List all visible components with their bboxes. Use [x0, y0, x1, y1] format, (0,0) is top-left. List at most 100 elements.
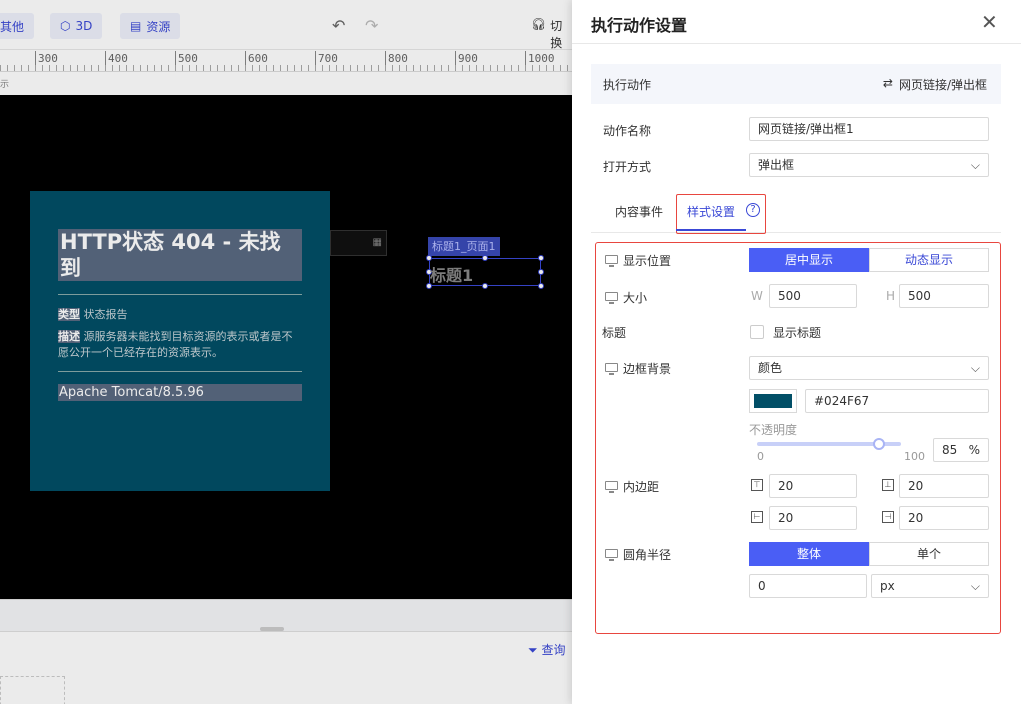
ruler-minor-tick — [490, 65, 491, 71]
resource-button[interactable]: ▤ 资源 — [120, 13, 181, 39]
ruler-minor-tick — [357, 65, 358, 71]
padding-left-input[interactable]: 20 — [769, 506, 857, 530]
ruler-minor-tick — [308, 65, 309, 71]
resize-handle[interactable] — [538, 255, 544, 261]
other-label: 其他 — [0, 19, 25, 34]
tab-content-events[interactable]: 内容事件 — [615, 203, 663, 220]
color-hex-input[interactable]: #024F67 — [805, 389, 989, 413]
opacity-slider-thumb[interactable] — [873, 438, 886, 450]
redo-icon[interactable]: ↷ — [365, 16, 378, 35]
drawer-divider — [572, 43, 1021, 44]
radius-label: 圆角半径 — [623, 548, 672, 562]
tab-active-underline — [676, 229, 746, 231]
position-dynamic-option[interactable]: 动态显示 — [869, 248, 989, 272]
padding-bottom-input[interactable]: 20 — [899, 474, 989, 498]
query-link[interactable]: ⏷ 查询 — [528, 641, 565, 658]
ruler-minor-tick — [217, 65, 218, 71]
ruler-minor-tick — [189, 65, 190, 71]
preview-footer: Apache Tomcat/8.5.96 — [58, 384, 302, 401]
ruler-minor-tick — [21, 65, 22, 71]
padding-label: 内边距 — [623, 480, 660, 494]
other-button[interactable]: 其他 — [0, 13, 35, 39]
resize-handle[interactable] — [426, 255, 432, 261]
ruler-minor-tick — [441, 65, 442, 71]
monitor-icon — [605, 255, 618, 267]
preview-desc-value: 源服务器未能找到目标资源的表示或者是不愿公开一个已经存在的资源表示。 — [58, 330, 293, 359]
ruler-minor-tick — [553, 65, 554, 71]
ruler-minor-tick — [399, 65, 400, 71]
ruler-minor-tick — [119, 65, 120, 71]
undo-icon[interactable]: ↶ — [332, 16, 345, 35]
ruler-minor-tick — [378, 65, 379, 71]
ruler-minor-tick — [147, 65, 148, 71]
ruler-tick-label: 1000 — [528, 52, 555, 65]
editor-area: 其他 ⬡ 3D ▤ 资源 ↶ ↷ 🎧︎ 切换 300 400 500 600 700 80… — [0, 0, 572, 704]
padding-right-input[interactable]: 20 — [899, 506, 989, 530]
opacity-max: 100 — [904, 450, 925, 463]
opacity-label: 不透明度 — [749, 423, 798, 437]
opacity-input[interactable]: 85 % — [933, 438, 989, 462]
radius-input[interactable]: 0 — [749, 574, 867, 598]
ruler-minor-tick — [154, 65, 155, 71]
query-label: 查询 — [541, 643, 566, 657]
switch-label: 切换 — [550, 19, 563, 50]
ruler-minor-tick — [406, 65, 407, 71]
resize-handle[interactable] — [482, 283, 488, 289]
preview-type-line: 类型 状态报告 — [58, 307, 302, 323]
color-swatch[interactable] — [749, 389, 797, 413]
ruler-minor-tick — [413, 65, 414, 71]
ruler-minor-tick — [343, 65, 344, 71]
three-d-button[interactable]: ⬡ 3D — [50, 13, 103, 39]
ruler-minor-tick — [560, 65, 561, 71]
drawer-title: 执行动作设置 — [591, 16, 688, 35]
swap-icon: ⇄ — [882, 76, 893, 90]
ruler-minor-tick — [231, 65, 232, 71]
date-widget[interactable]: ▦ — [330, 230, 387, 256]
resize-handle[interactable] — [538, 283, 544, 289]
ruler-minor-tick — [0, 65, 1, 71]
ruler-minor-tick — [427, 65, 428, 71]
ruler-minor-tick — [140, 65, 141, 71]
ruler-minor-tick — [196, 65, 197, 71]
show-title-checkbox[interactable] — [750, 325, 764, 339]
action-type-switch[interactable]: ⇄ 网页链接/弹出框 — [883, 76, 987, 93]
opacity-unit: % — [968, 443, 980, 457]
preview-type-value: 状态报告 — [83, 308, 128, 321]
ruler-hint: 示 — [0, 80, 10, 90]
ruler-minor-tick — [455, 65, 456, 71]
close-icon[interactable]: ✕ — [981, 11, 998, 33]
filter-icon: ⏷ — [528, 643, 538, 657]
resize-handle[interactable] — [538, 269, 544, 275]
padding-top-input[interactable]: 20 — [769, 474, 857, 498]
radius-unit-value: px — [880, 579, 895, 593]
open-mode-select[interactable]: 弹出框 ⌵ — [749, 153, 989, 177]
chevron-down-icon: ⌵ — [970, 361, 980, 375]
radius-whole-option[interactable]: 整体 — [749, 542, 869, 566]
ruler-minor-tick — [63, 65, 64, 71]
ruler-tick-label: 500 — [178, 52, 198, 65]
open-mode-label: 打开方式 — [603, 160, 652, 174]
ruler-minor-tick — [371, 65, 372, 71]
ruler-minor-tick — [329, 65, 330, 71]
radius-single-option[interactable]: 单个 — [869, 542, 989, 566]
ruler-minor-tick — [224, 65, 225, 71]
resize-handle[interactable] — [482, 255, 488, 261]
radius-unit-select[interactable]: px ⌵ — [871, 574, 989, 598]
ruler-minor-tick — [252, 65, 253, 71]
width-input[interactable]: 500 — [769, 284, 857, 308]
monitor-icon — [605, 549, 618, 561]
ruler-minor-tick — [301, 65, 302, 71]
color-swatch-fill — [754, 394, 792, 408]
ruler-minor-tick — [35, 65, 36, 71]
height-input[interactable]: 500 — [899, 284, 989, 308]
ruler-minor-tick — [483, 65, 484, 71]
ruler-minor-tick — [476, 65, 477, 71]
border-bg-mode-select[interactable]: 颜色 ⌵ — [749, 356, 989, 380]
switch-button[interactable]: 🎧︎ 切换 — [531, 17, 572, 51]
help-icon[interactable]: ? — [746, 203, 760, 217]
action-name-input[interactable]: 网页链接/弹出框1 — [749, 117, 989, 141]
position-center-option[interactable]: 居中显示 — [749, 248, 869, 272]
style-settings-panel: 显示位置 居中显示 动态显示 大小 W 500 H 500 标题 显示标题 边框… — [595, 242, 1001, 634]
ruler-minor-tick — [287, 65, 288, 71]
ruler-minor-tick — [539, 65, 540, 71]
